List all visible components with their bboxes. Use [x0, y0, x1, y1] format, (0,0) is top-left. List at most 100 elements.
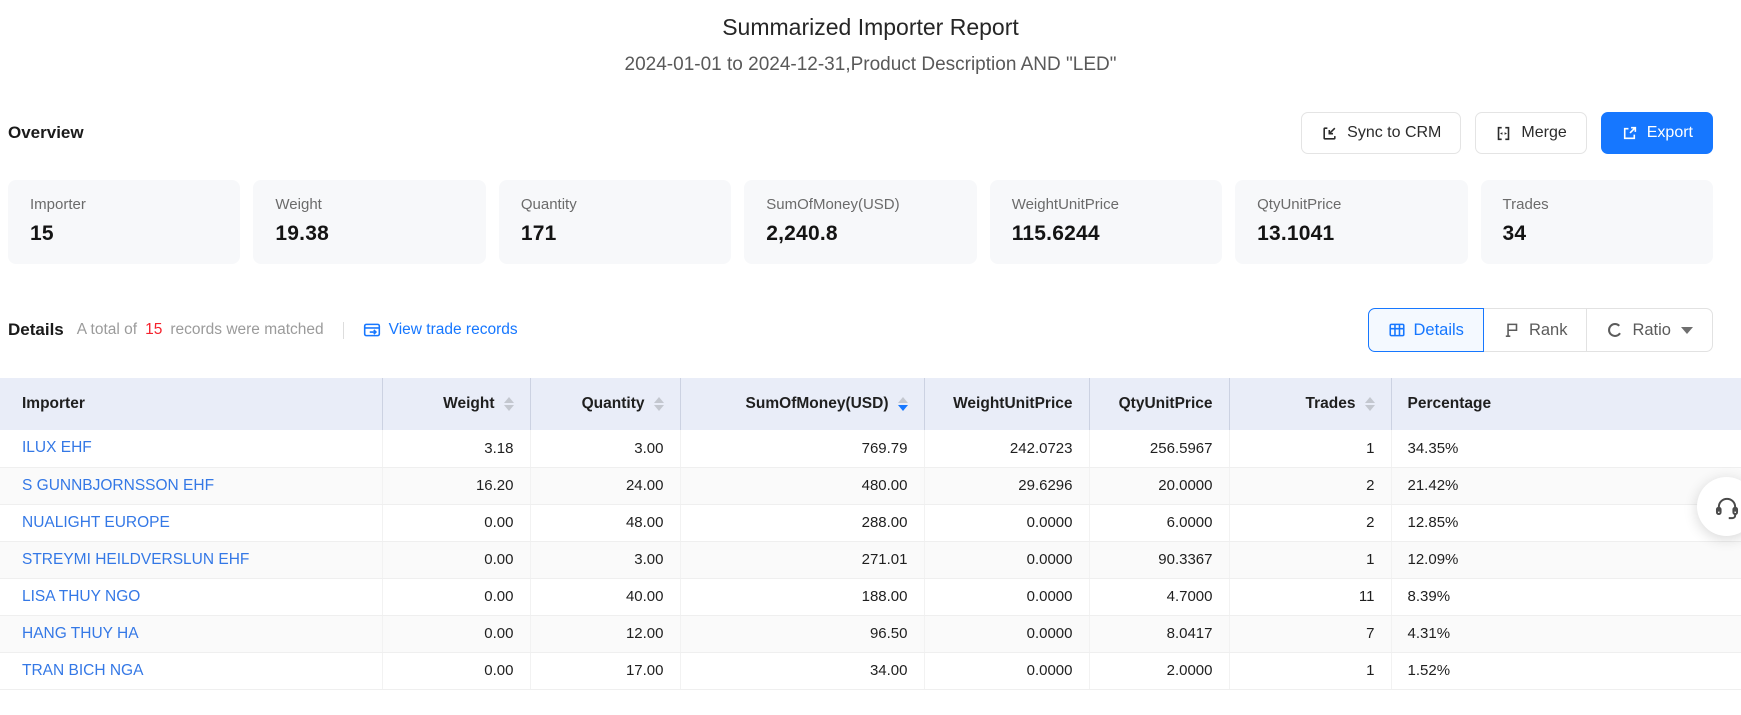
importer-link[interactable]: S GUNNBJORNSSON EHF [22, 477, 214, 494]
table-row: ILUX EHF3.183.00769.79242.0723256.596713… [0, 430, 1741, 467]
stat-card-value: 15 [30, 222, 218, 246]
tab-details-label: Details [1414, 321, 1464, 340]
caret-down-icon [504, 405, 514, 411]
col-header-weightunitprice: WeightUnitPrice [924, 378, 1089, 430]
caret-down-icon [1365, 405, 1375, 411]
stat-card-label: QtyUnitPrice [1257, 196, 1445, 213]
stat-card-label: Quantity [521, 196, 709, 213]
caret-up-icon [898, 397, 908, 403]
cell-trades: 2 [1229, 467, 1391, 504]
cell-weight: 16.20 [382, 467, 530, 504]
col-header-inner: QtyUnitPrice [1106, 395, 1213, 413]
details-bar: Details A total of 15 records were match… [0, 308, 1741, 352]
page-subtitle: 2024-01-01 to 2024-12-31,Product Descrip… [0, 54, 1741, 76]
view-trade-records-link[interactable]: View trade records [363, 321, 518, 339]
importer-link[interactable]: STREYMI HEILDVERSLUN EHF [22, 551, 249, 568]
overview-toolbar: Overview Sync to CRM [0, 112, 1741, 154]
summary-prefix: A total of [77, 321, 137, 339]
importer-link[interactable]: HANG THUY HA [22, 625, 139, 642]
stat-card-label: Trades [1503, 196, 1691, 213]
importer-link[interactable]: ILUX EHF [22, 439, 92, 456]
caret-down-icon [1681, 327, 1693, 334]
tab-details[interactable]: Details [1368, 308, 1484, 352]
cell-qtyunitprice: 256.5967 [1089, 430, 1229, 467]
col-header-label: Quantity [582, 395, 645, 413]
trade-records-icon [363, 321, 381, 339]
export-button[interactable]: Export [1601, 112, 1713, 154]
matched-count: 15 [145, 321, 162, 339]
page-title: Summarized Importer Report [0, 14, 1741, 41]
cell-weightunitprice: 0.0000 [924, 615, 1089, 652]
col-header-inner: Importer [22, 395, 366, 413]
cell-weightunitprice: 29.6296 [924, 467, 1089, 504]
col-header-quantity[interactable]: Quantity [530, 378, 680, 430]
col-header-qtyunitprice: QtyUnitPrice [1089, 378, 1229, 430]
cell-weight: 0.00 [382, 652, 530, 689]
col-header-importer: Importer [0, 378, 382, 430]
merge-icon [1495, 125, 1512, 142]
cell-trades: 1 [1229, 652, 1391, 689]
cell-percentage: 34.35% [1391, 430, 1741, 467]
overview-heading: Overview [8, 123, 84, 143]
table-row: STREYMI HEILDVERSLUN EHF0.003.00271.010.… [0, 541, 1741, 578]
col-header-sumofmoney-usd[interactable]: SumOfMoney(USD) [680, 378, 924, 430]
cell-sumofmoney-usd: 34.00 [680, 652, 924, 689]
cell-percentage: 12.85% [1391, 504, 1741, 541]
col-header-inner: Percentage [1408, 395, 1726, 413]
summary-suffix: records were matched [170, 321, 323, 339]
stat-card-weightunitprice: WeightUnitPrice115.6244 [990, 180, 1222, 264]
details-heading: Details [8, 320, 64, 340]
stat-card-value: 13.1041 [1257, 222, 1445, 246]
cell-qtyunitprice: 8.0417 [1089, 615, 1229, 652]
sorter-icon [654, 397, 664, 411]
cell-importer: HANG THUY HA [0, 615, 382, 652]
col-header-label: WeightUnitPrice [953, 395, 1072, 413]
importers-table: Importer Weight Quantity SumOfMoney(USD) Wei… [0, 378, 1741, 690]
cell-weightunitprice: 0.0000 [924, 541, 1089, 578]
cell-importer: ILUX EHF [0, 430, 382, 467]
cell-weightunitprice: 0.0000 [924, 504, 1089, 541]
cell-importer: TRAN BICH NGA [0, 652, 382, 689]
tab-ratio[interactable]: Ratio [1586, 308, 1713, 352]
cell-trades: 1 [1229, 541, 1391, 578]
summarized-importer-report-page: Summarized Importer Report 2024-01-01 to… [0, 0, 1741, 715]
table-header-row: Importer Weight Quantity SumOfMoney(USD) Wei… [0, 378, 1741, 430]
merge-button[interactable]: Merge [1475, 112, 1586, 154]
cell-importer: S GUNNBJORNSSON EHF [0, 467, 382, 504]
caret-down-icon [654, 405, 664, 411]
cell-qtyunitprice: 2.0000 [1089, 652, 1229, 689]
stat-cards-row: Importer15Weight19.38Quantity171SumOfMon… [0, 180, 1741, 264]
col-header-inner: SumOfMoney(USD) [697, 395, 908, 413]
view-trade-records-label: View trade records [389, 321, 518, 339]
stat-card-sumofmoney-usd: SumOfMoney(USD)2,240.8 [744, 180, 976, 264]
sorter-icon [1365, 397, 1375, 411]
sync-to-crm-button[interactable]: Sync to CRM [1301, 112, 1461, 154]
importer-link[interactable]: NUALIGHT EUROPE [22, 514, 170, 531]
importer-link[interactable]: LISA THUY NGO [22, 588, 140, 605]
cell-percentage: 1.52% [1391, 652, 1741, 689]
cell-weight: 0.00 [382, 578, 530, 615]
cell-qtyunitprice: 4.7000 [1089, 578, 1229, 615]
tab-rank-label: Rank [1529, 321, 1568, 340]
cell-percentage: 12.09% [1391, 541, 1741, 578]
table-body: ILUX EHF3.183.00769.79242.0723256.596713… [0, 430, 1741, 689]
col-header-trades[interactable]: Trades [1229, 378, 1391, 430]
col-header-weight[interactable]: Weight [382, 378, 530, 430]
cell-quantity: 48.00 [530, 504, 680, 541]
importer-link[interactable]: TRAN BICH NGA [22, 662, 143, 679]
cell-weightunitprice: 0.0000 [924, 578, 1089, 615]
cell-weight: 0.00 [382, 615, 530, 652]
col-header-inner: WeightUnitPrice [941, 395, 1073, 413]
col-header-percentage: Percentage [1391, 378, 1741, 430]
stat-card-label: WeightUnitPrice [1012, 196, 1200, 213]
cell-sumofmoney-usd: 480.00 [680, 467, 924, 504]
cell-qtyunitprice: 6.0000 [1089, 504, 1229, 541]
col-header-label: Trades [1306, 395, 1356, 413]
col-header-inner: Quantity [547, 395, 664, 413]
rank-flag-icon [1503, 321, 1521, 339]
sync-to-crm-label: Sync to CRM [1347, 124, 1441, 142]
cell-sumofmoney-usd: 188.00 [680, 578, 924, 615]
cell-percentage: 8.39% [1391, 578, 1741, 615]
stat-card-value: 171 [521, 222, 709, 246]
tab-rank[interactable]: Rank [1483, 308, 1588, 352]
